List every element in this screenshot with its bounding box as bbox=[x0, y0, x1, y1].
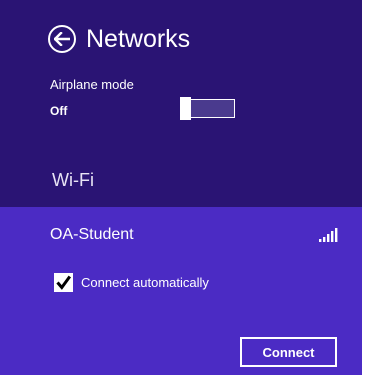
back-arrow-icon[interactable] bbox=[48, 25, 76, 53]
network-item-oa-student[interactable]: OA-Student bbox=[0, 216, 362, 256]
header: Networks bbox=[48, 23, 190, 55]
page-title: Networks bbox=[86, 25, 191, 53]
connect-button[interactable]: Connect bbox=[240, 337, 337, 367]
airplane-mode-toggle[interactable] bbox=[180, 97, 235, 120]
connect-automatically-checkbox[interactable] bbox=[54, 273, 73, 292]
connect-automatically-label: Connect automatically bbox=[81, 275, 209, 290]
airplane-mode-state: Off bbox=[50, 104, 68, 118]
connect-automatically-option[interactable]: Connect automatically bbox=[54, 273, 209, 292]
airplane-mode-label: Airplane mode bbox=[50, 77, 134, 92]
wifi-section-title: Wi-Fi bbox=[52, 170, 94, 190]
signal-strength-icon bbox=[319, 228, 339, 242]
panel-edge bbox=[362, 0, 368, 375]
network-name: OA-Student bbox=[50, 226, 134, 243]
checkmark-icon bbox=[56, 275, 72, 290]
toggle-thumb[interactable] bbox=[180, 97, 191, 120]
